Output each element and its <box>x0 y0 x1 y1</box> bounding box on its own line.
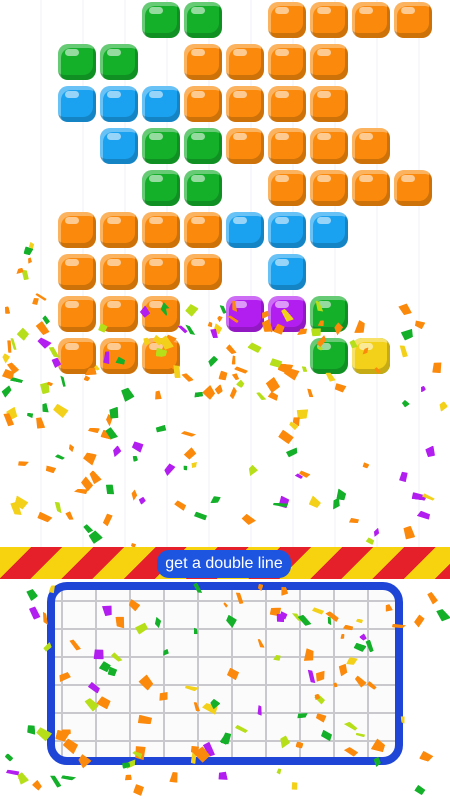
debris-shard <box>414 785 426 796</box>
debris-shard <box>27 725 36 735</box>
block-orange <box>226 44 264 80</box>
block-blue <box>226 212 264 248</box>
block-orange <box>394 2 432 38</box>
block-orange <box>352 128 390 164</box>
debris-shard <box>6 769 19 775</box>
game-board[interactable]: get a double line <box>0 0 450 800</box>
block-orange <box>310 2 348 38</box>
block-orange <box>310 86 348 122</box>
block-orange <box>184 86 222 122</box>
block-green <box>184 128 222 164</box>
block-green <box>184 170 222 206</box>
debris-shard <box>276 613 285 623</box>
block-orange <box>100 212 138 248</box>
debris-shard <box>289 780 300 791</box>
block-orange <box>58 212 96 248</box>
block-blue <box>268 254 306 290</box>
block-blue <box>58 86 96 122</box>
block-orange <box>184 254 222 290</box>
block-green <box>142 2 180 38</box>
debris-shard <box>24 587 38 601</box>
debris-shard <box>133 784 145 796</box>
debris-shard <box>61 775 76 781</box>
block-orange <box>352 170 390 206</box>
block-orange <box>268 44 306 80</box>
block-blue <box>268 212 306 248</box>
block-green <box>58 44 96 80</box>
block-orange <box>226 86 264 122</box>
block-blue <box>100 86 138 122</box>
block-orange <box>310 170 348 206</box>
block-orange <box>184 44 222 80</box>
block-orange <box>226 128 264 164</box>
block-orange <box>268 128 306 164</box>
debris-shard <box>276 768 281 774</box>
block-orange <box>268 170 306 206</box>
block-orange <box>58 254 96 290</box>
block-orange <box>142 212 180 248</box>
debris-shard <box>419 751 434 763</box>
debris-shard <box>168 772 178 784</box>
block-orange <box>352 2 390 38</box>
block-yellow <box>352 338 390 374</box>
block-orange <box>184 212 222 248</box>
debris-shard <box>413 613 426 627</box>
block-orange <box>310 128 348 164</box>
block-green <box>142 170 180 206</box>
debris-shard <box>28 605 42 620</box>
block-green <box>310 338 348 374</box>
block-orange <box>100 254 138 290</box>
block-green <box>184 2 222 38</box>
block-blue <box>310 212 348 248</box>
block-orange <box>310 44 348 80</box>
debris-shard <box>32 779 44 791</box>
debris-shard <box>217 771 228 782</box>
block-green <box>100 44 138 80</box>
block-orange <box>268 2 306 38</box>
block-orange <box>394 170 432 206</box>
hint-pill: get a double line <box>157 550 291 578</box>
block-blue <box>100 128 138 164</box>
block-orange <box>142 254 180 290</box>
block-green <box>142 128 180 164</box>
block-orange <box>268 86 306 122</box>
debris-shard <box>48 774 62 789</box>
block-blue <box>142 86 180 122</box>
debris-shard <box>425 591 439 605</box>
debris-shard <box>434 607 450 624</box>
debris-shard <box>5 753 14 762</box>
debris-shard <box>124 773 132 780</box>
